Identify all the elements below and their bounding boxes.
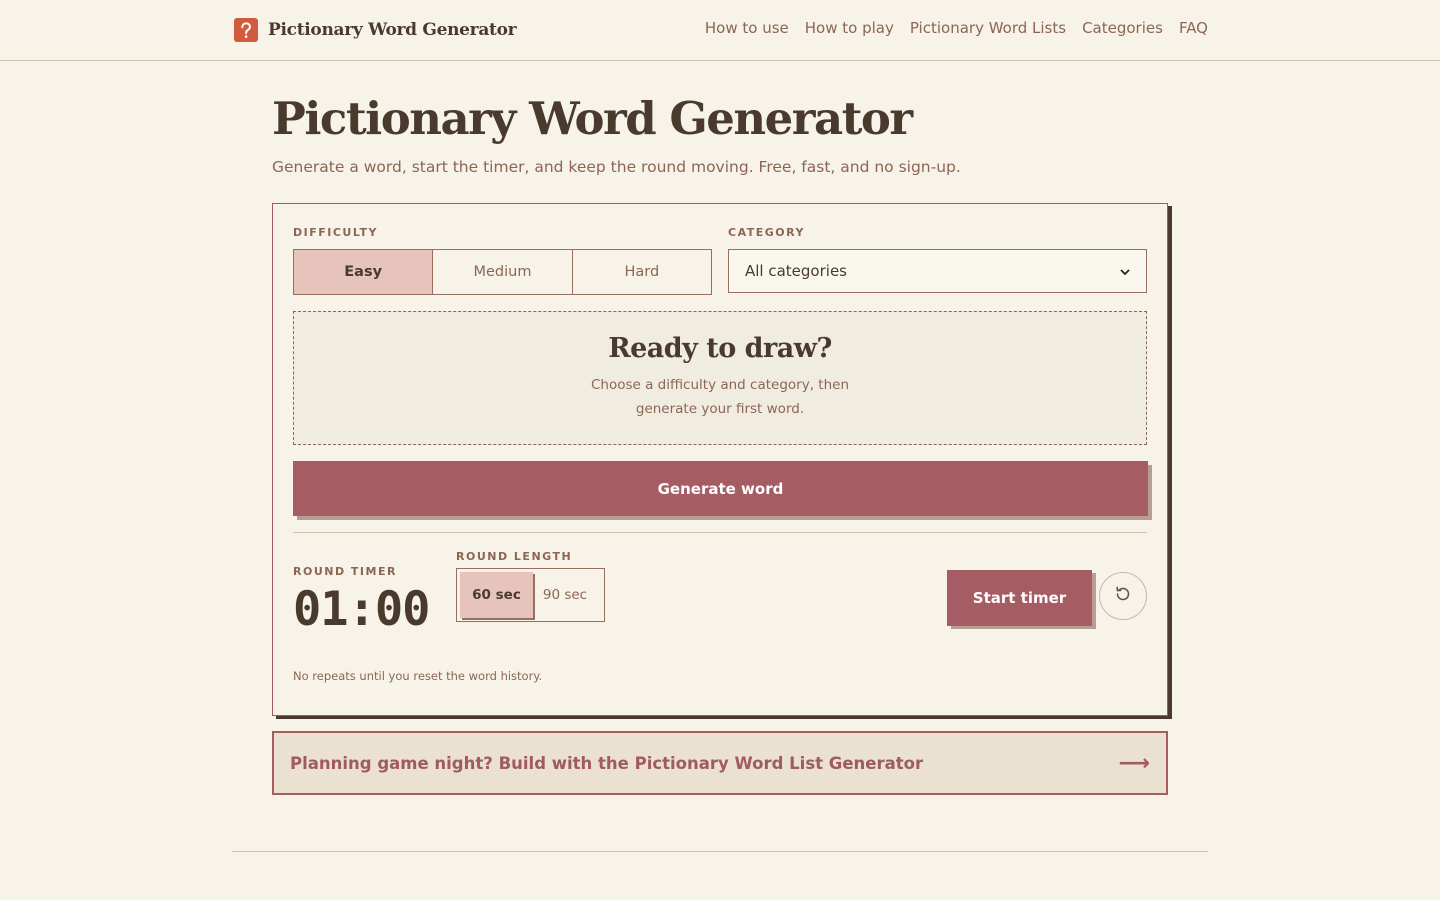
round-length-label: ROUND LENGTH xyxy=(456,550,573,563)
category-label: CATEGORY xyxy=(728,226,805,239)
start-timer-button[interactable]: Start timer xyxy=(947,570,1092,626)
brand-name: Pictionary Word Generator xyxy=(268,20,517,40)
difficulty-label: DIFFICULTY xyxy=(293,226,379,239)
reset-timer-button[interactable] xyxy=(1099,572,1147,620)
difficulty-medium-button[interactable]: Medium xyxy=(433,250,573,294)
word-display-panel: Ready to draw? Choose a difficulty and c… xyxy=(293,311,1147,445)
footer-divider xyxy=(232,851,1208,852)
word-generator-card: DIFFICULTY Easy Medium Hard CATEGORY All… xyxy=(272,203,1168,716)
divider xyxy=(293,532,1147,533)
reset-icon xyxy=(1113,584,1133,608)
page-title: Pictionary Word Generator xyxy=(272,92,913,145)
history-note: No repeats until you reset the word hist… xyxy=(293,669,543,683)
category-selected-value: All categories xyxy=(745,262,847,280)
generate-word-button[interactable]: Generate word xyxy=(293,461,1148,516)
nav-word-lists[interactable]: Pictionary Word Lists xyxy=(910,19,1066,37)
promo-text: Planning game night? Build with the Pict… xyxy=(290,753,924,773)
timer-display: 01:00 xyxy=(293,582,430,637)
word-list-generator-link[interactable]: Planning game night? Build with the Pict… xyxy=(272,731,1168,795)
nav-categories[interactable]: Categories xyxy=(1082,19,1163,37)
round-timer-label: ROUND TIMER xyxy=(293,565,397,578)
difficulty-selector: Easy Medium Hard xyxy=(293,249,712,295)
arrow-right-icon: ⟶ xyxy=(1118,750,1150,776)
top-navigation: Pictionary Word Generator How to use How… xyxy=(0,0,1440,61)
difficulty-easy-button[interactable]: Easy xyxy=(294,250,434,294)
page-subtitle: Generate a word, start the timer, and ke… xyxy=(272,158,961,176)
nav-how-to-use[interactable]: How to use xyxy=(705,19,789,37)
round-length-selector: 60 sec 90 sec xyxy=(456,568,605,622)
difficulty-hard-button[interactable]: Hard xyxy=(572,250,711,294)
chevron-down-icon xyxy=(1120,262,1130,280)
round-length-90-option[interactable]: 90 sec xyxy=(533,572,597,618)
brand-link[interactable]: Pictionary Word Generator xyxy=(234,18,517,42)
round-length-60-option[interactable]: 60 sec xyxy=(460,572,533,618)
main-nav: How to use How to play Pictionary Word L… xyxy=(705,19,1208,37)
question-mark-logo-icon xyxy=(234,18,258,42)
nav-faq[interactable]: FAQ xyxy=(1179,19,1208,37)
ready-instructions: Choose a difficulty and category, then g… xyxy=(590,377,850,417)
ready-title: Ready to draw? xyxy=(608,333,832,364)
category-select[interactable]: All categories xyxy=(728,249,1147,293)
nav-how-to-play[interactable]: How to play xyxy=(805,19,894,37)
